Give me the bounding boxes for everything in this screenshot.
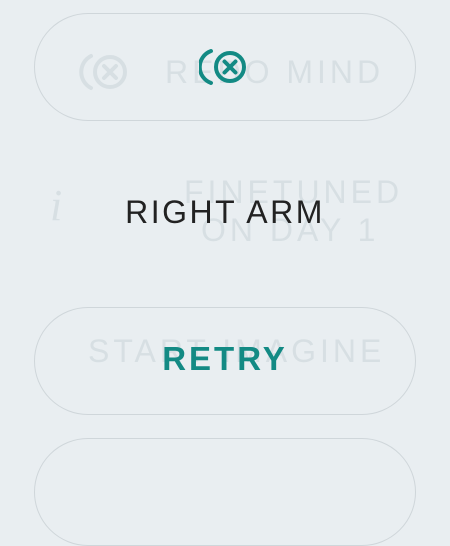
next-option-button[interactable]	[34, 438, 416, 546]
redo-mind-icon	[78, 50, 130, 99]
redo-mind-label: REDO MIND	[165, 54, 385, 90]
cancel-circle-icon	[197, 46, 251, 93]
status-message: RIGHT ARM	[125, 194, 325, 230]
retry-button[interactable]: RETRY	[0, 340, 450, 378]
